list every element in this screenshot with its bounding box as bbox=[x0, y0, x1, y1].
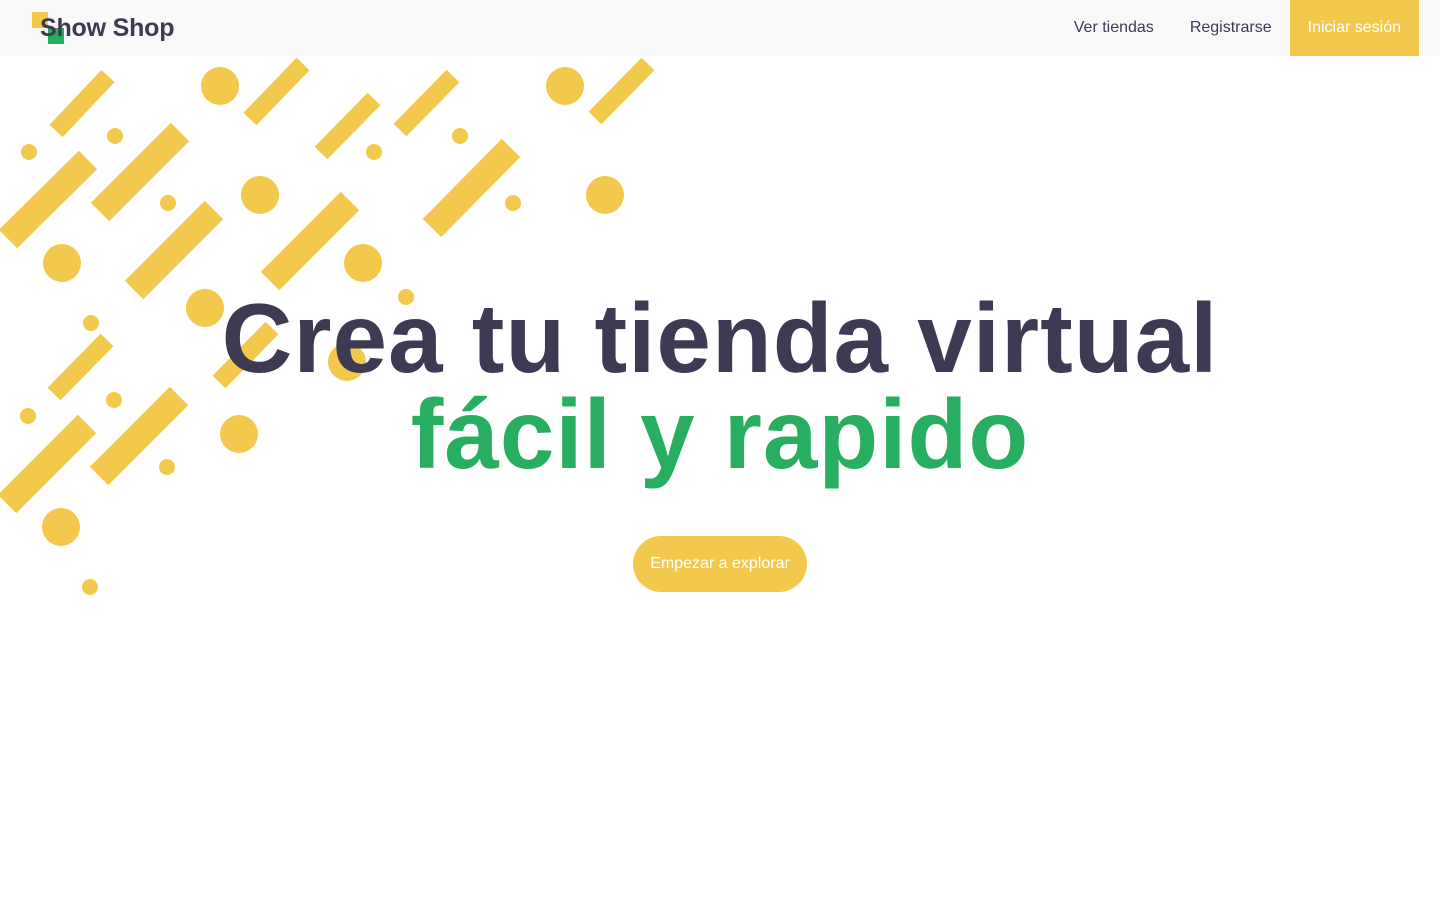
hero-title-line2: fácil y rapido bbox=[410, 379, 1030, 489]
main-nav: Ver tiendas Registrarse Iniciar sesión bbox=[1056, 0, 1419, 56]
top-navbar: Show Shop Ver tiendas Registrarse Inicia… bbox=[0, 0, 1440, 56]
login-button[interactable]: Iniciar sesión bbox=[1289, 0, 1419, 56]
hero-section: Crea tu tienda virtual fácil y rapido bbox=[0, 283, 1440, 489]
start-exploring-button[interactable]: Empezar a explorar bbox=[633, 536, 807, 592]
nav-link-registrarse[interactable]: Registrarse bbox=[1172, 0, 1290, 56]
brand-name: Show Shop bbox=[40, 14, 175, 42]
hero-title-line1: Crea tu tienda virtual bbox=[221, 283, 1219, 393]
brand-logo[interactable]: Show Shop bbox=[32, 12, 182, 44]
nav-link-ver-tiendas[interactable]: Ver tiendas bbox=[1056, 0, 1172, 56]
page: Show Shop Ver tiendas Registrarse Inicia… bbox=[0, 0, 1440, 900]
